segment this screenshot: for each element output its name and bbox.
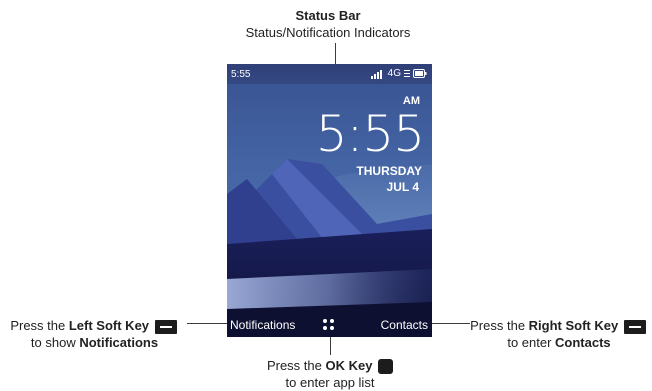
- ok-key-leader-line: [330, 337, 331, 355]
- left-soft-key-icon: [154, 319, 177, 334]
- network-icon: 4G: [387, 68, 401, 79]
- data-arrows-icon: [404, 69, 410, 77]
- ok-key-icon: [378, 359, 394, 375]
- right-soft-key-leader-line: [432, 323, 470, 324]
- ok-callout-prefix: Press the: [266, 358, 326, 373]
- clock-date: JUL 4: [386, 180, 419, 194]
- clock-day: THURSDAY: [356, 164, 422, 178]
- status-bar-time: 5:55: [231, 69, 251, 80]
- right-callout-target: Contacts: [555, 335, 611, 350]
- status-indicators: 4G: [370, 68, 427, 79]
- left-soft-key-callout: Press the Left Soft Key to show Notifica…: [2, 317, 187, 351]
- left-callout-line2: to show: [30, 335, 80, 350]
- ok-callout-key-name: OK Key: [325, 358, 373, 373]
- phone-screen: 5:55 4G AM 5:55 THURSDAY JUL 4 Notificat…: [227, 64, 432, 337]
- clock-time: 5:55: [315, 105, 425, 163]
- right-soft-key-label[interactable]: Contacts: [381, 318, 428, 332]
- left-soft-key-label[interactable]: Notifications: [230, 318, 295, 332]
- battery-icon: [413, 69, 427, 78]
- right-callout-line2: to enter: [507, 335, 556, 350]
- left-callout-key-name: Left Soft Key: [68, 318, 150, 333]
- ok-key-callout: Press the OK Key to enter app list: [240, 357, 420, 391]
- signal-icon: [370, 69, 382, 79]
- status-bar: 5:55 4G: [227, 64, 432, 84]
- ok-callout-line2: to enter app list: [285, 375, 375, 391]
- left-callout-prefix: Press the: [10, 318, 69, 333]
- status-bar-leader-line: [335, 43, 336, 64]
- left-soft-key-leader-line: [187, 323, 227, 324]
- right-soft-key-icon: [623, 319, 646, 334]
- right-soft-key-callout: Press the Right Soft Key to enter Contac…: [468, 317, 650, 351]
- left-callout-target: Notifications: [79, 335, 159, 350]
- right-callout-prefix: Press the: [470, 318, 529, 333]
- status-bar-callout-title: Status Bar: [295, 8, 361, 23]
- apps-grid-icon[interactable]: [323, 319, 335, 331]
- status-bar-callout: Status Bar Status/Notification Indicator…: [218, 7, 438, 41]
- right-callout-key-name: Right Soft Key: [528, 318, 619, 333]
- status-bar-callout-subtitle: Status/Notification Indicators: [245, 25, 411, 40]
- soft-key-bar: Notifications Contacts: [227, 315, 432, 337]
